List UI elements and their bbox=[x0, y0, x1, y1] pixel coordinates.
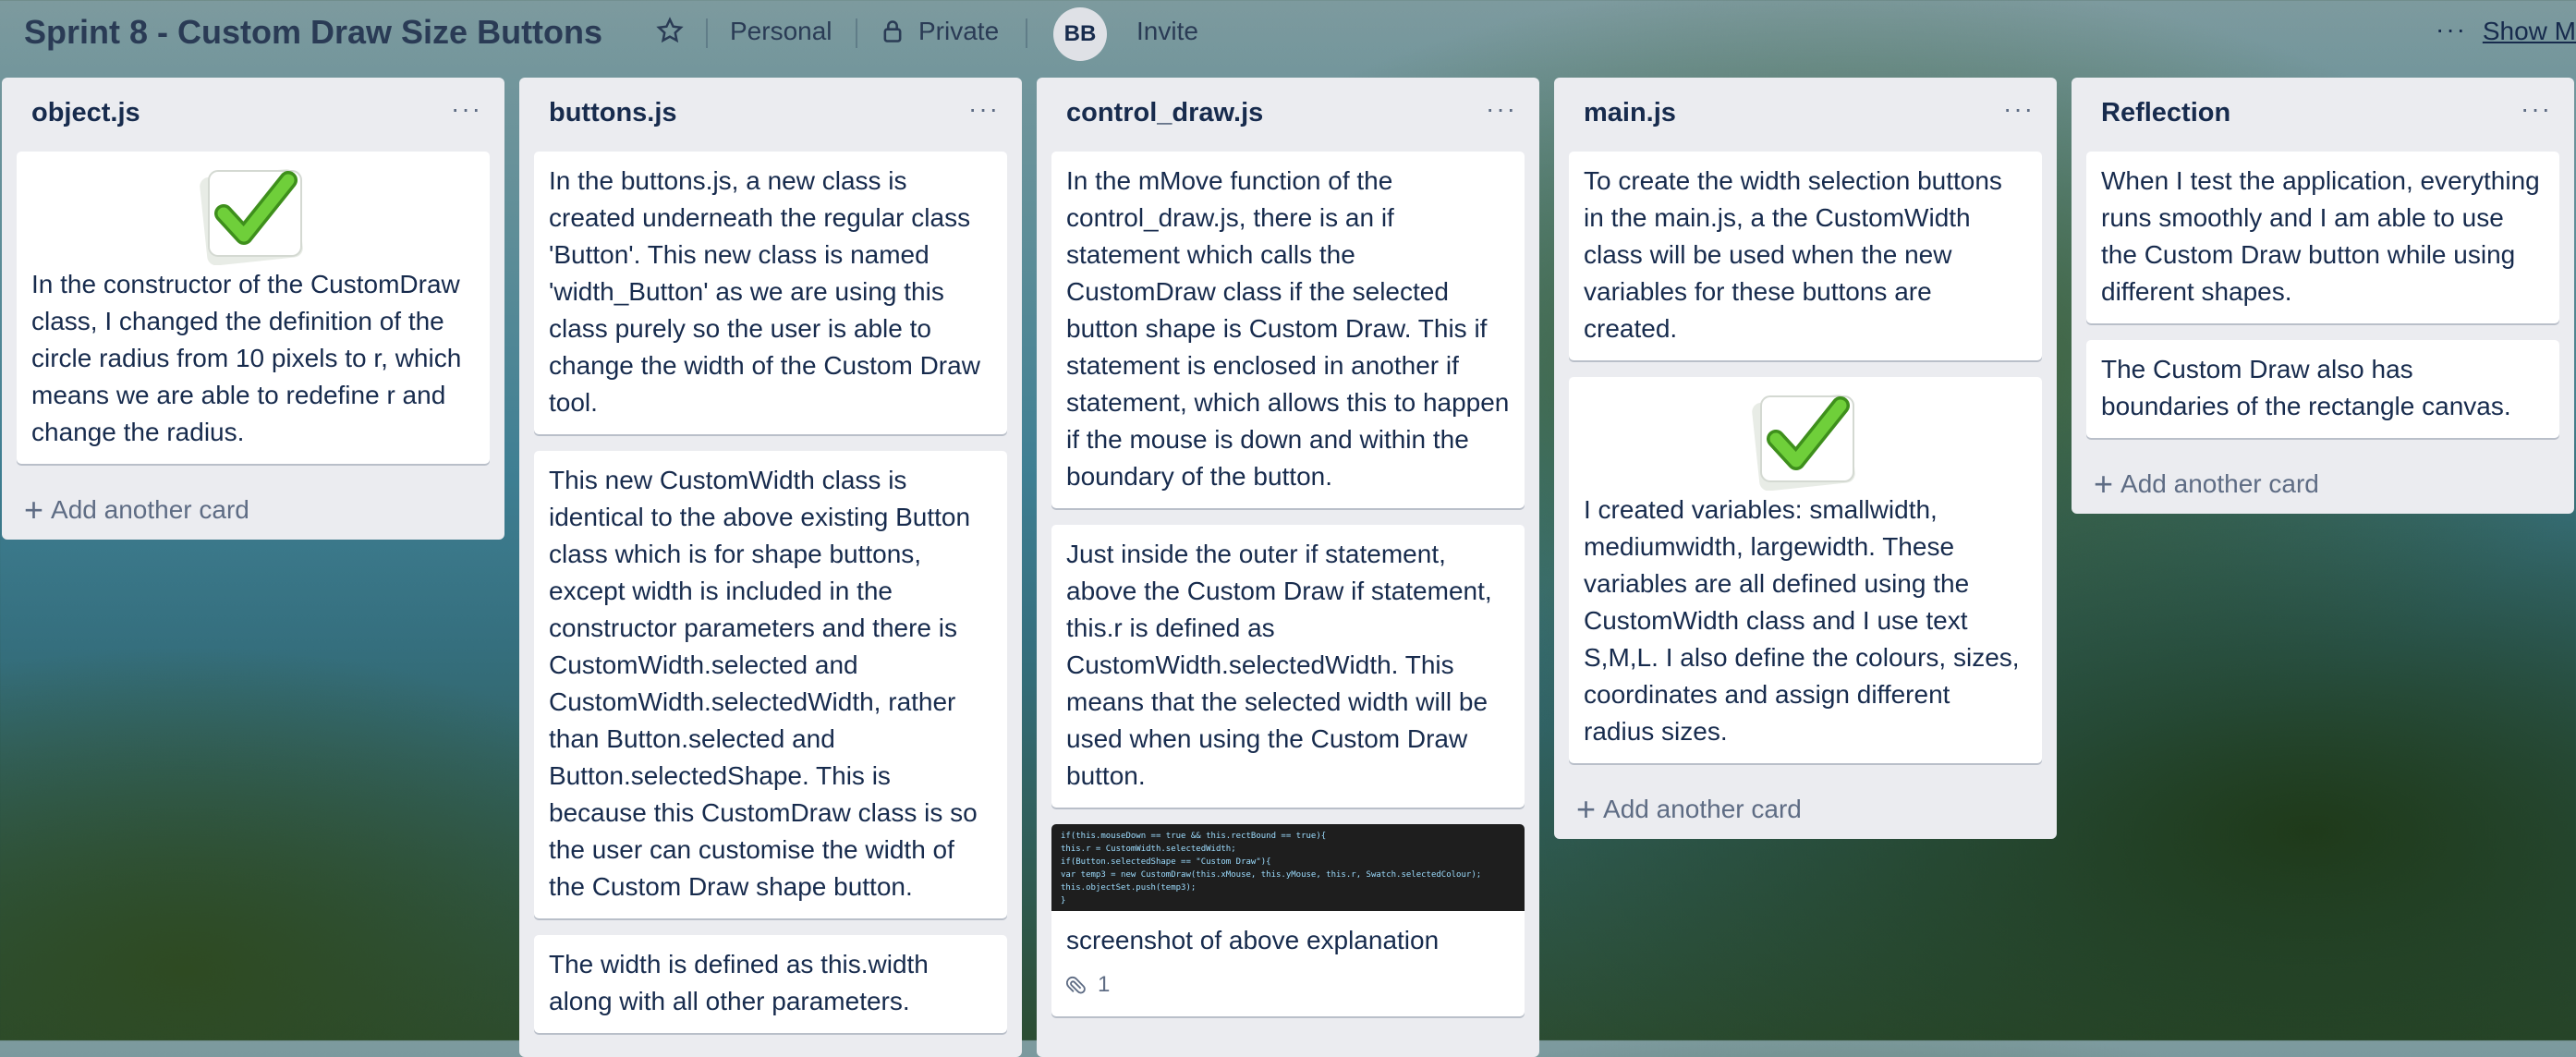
card-text: The Custom Draw also has boundaries of t… bbox=[2101, 355, 2511, 420]
card[interactable]: The width is defined as this.width along… bbox=[534, 935, 1007, 1033]
list-header: Reflection ··· bbox=[2086, 78, 2559, 152]
code-line: var temp3 = new CustomDraw(this.xMouse, … bbox=[1061, 870, 1482, 880]
visibility-label: Private bbox=[918, 17, 1000, 45]
card-text: This new CustomWidth class is identical … bbox=[549, 466, 978, 901]
card[interactable]: The Custom Draw also has boundaries of t… bbox=[2086, 340, 2559, 438]
add-card-label: Add another card bbox=[1603, 795, 1802, 823]
add-card-button[interactable]: + Add another card bbox=[1569, 780, 2042, 839]
code-line: if(this.mouseDown == true && this.rectBo… bbox=[1061, 832, 1327, 841]
list-object-js: object.js ··· In the constructor of the … bbox=[2, 78, 504, 540]
header-divider bbox=[856, 18, 857, 48]
card[interactable]: To create the width selection buttons in… bbox=[1569, 152, 2042, 360]
checkmark-icon bbox=[200, 169, 303, 265]
visibility-button[interactable]: Private bbox=[881, 17, 999, 46]
star-button[interactable] bbox=[656, 17, 684, 44]
list-reflection: Reflection ··· When I test the applicati… bbox=[2072, 78, 2574, 514]
list-buttons-js: buttons.js ··· In the buttons.js, a new … bbox=[519, 78, 1022, 1057]
show-menu-link[interactable]: Show M bbox=[2483, 17, 2576, 46]
add-card-button[interactable]: + Add another card bbox=[17, 480, 490, 540]
attachment-badge: 1 bbox=[1066, 966, 1510, 1003]
attachment-count: 1 bbox=[1098, 972, 1111, 997]
card[interactable]: Just inside the outer if statement, abov… bbox=[1051, 525, 1525, 808]
board-title[interactable]: Sprint 8 - Custom Draw Size Buttons bbox=[24, 13, 602, 52]
paperclip-icon bbox=[1066, 976, 1086, 994]
checkmark-icon bbox=[1752, 395, 1855, 491]
plus-icon: + bbox=[2094, 465, 2114, 503]
card[interactable]: When I test the application, everything … bbox=[2086, 152, 2559, 323]
list-header: control_draw.js ··· bbox=[1051, 78, 1525, 152]
list-menu-icon[interactable]: ··· bbox=[451, 94, 482, 124]
list-menu-icon[interactable]: ··· bbox=[968, 94, 1000, 124]
card-text: screenshot of above explanation bbox=[1066, 926, 1440, 954]
card-text: When I test the application, everything … bbox=[2101, 166, 2540, 306]
code-line: if(Button.selectedShape == "Custom Draw"… bbox=[1061, 857, 1271, 867]
add-card-label: Add another card bbox=[51, 495, 249, 524]
card[interactable]: In the constructor of the CustomDraw cla… bbox=[17, 152, 490, 464]
code-line: this.r = CustomWidth.selectedWidth; bbox=[1061, 844, 1236, 854]
invite-button[interactable]: Invite bbox=[1136, 17, 1198, 46]
add-card-button[interactable]: + Add another card bbox=[2086, 455, 2559, 514]
card-text: The width is defined as this.width along… bbox=[549, 950, 929, 1015]
card-text: In the buttons.js, a new class is create… bbox=[549, 166, 980, 417]
card-text: To create the width selection buttons in… bbox=[1584, 166, 2002, 343]
list-title[interactable]: object.js bbox=[31, 98, 140, 128]
list-header: buttons.js ··· bbox=[534, 78, 1007, 152]
card-cover bbox=[31, 163, 475, 266]
card-text: Just inside the outer if statement, abov… bbox=[1066, 540, 1492, 790]
list-menu-icon[interactable]: ··· bbox=[1486, 94, 1517, 124]
card-cover bbox=[1584, 388, 2027, 492]
avatar-initials: BB bbox=[1063, 21, 1097, 46]
card[interactable]: In the mMove function of the control_dra… bbox=[1051, 152, 1525, 508]
more-icon[interactable]: ··· bbox=[2436, 15, 2467, 44]
card[interactable]: I created variables: smallwidth, mediumw… bbox=[1569, 377, 2042, 763]
list-title[interactable]: main.js bbox=[1584, 98, 1676, 128]
card[interactable]: In the buttons.js, a new class is create… bbox=[534, 152, 1007, 434]
card-text: In the mMove function of the control_dra… bbox=[1066, 166, 1510, 491]
list-header: object.js ··· bbox=[17, 78, 490, 152]
list-menu-icon[interactable]: ··· bbox=[2521, 94, 2552, 124]
team-button[interactable]: Personal bbox=[730, 17, 832, 46]
header-divider bbox=[706, 18, 708, 48]
add-card-label: Add another card bbox=[2120, 469, 2319, 498]
header-divider bbox=[1026, 18, 1027, 48]
star-icon bbox=[656, 17, 684, 43]
list-title[interactable]: buttons.js bbox=[549, 98, 677, 128]
list-title[interactable]: control_draw.js bbox=[1066, 98, 1263, 128]
card-text: I created variables: smallwidth, mediumw… bbox=[1584, 495, 2020, 746]
list-header: main.js ··· bbox=[1569, 78, 2042, 152]
plus-icon: + bbox=[1576, 790, 1597, 828]
code-line: this.objectSet.push(temp3); bbox=[1061, 883, 1197, 893]
board-header: Sprint 8 - Custom Draw Size Buttons Pers… bbox=[0, 0, 2576, 67]
list-title[interactable]: Reflection bbox=[2101, 98, 2230, 128]
card-cover-image: if(this.mouseDown == true && this.rectBo… bbox=[1051, 824, 1525, 911]
plus-icon: + bbox=[24, 491, 44, 528]
list-control-draw-js: control_draw.js ··· In the mMove functio… bbox=[1037, 78, 1539, 1057]
lock-icon bbox=[883, 20, 902, 43]
list-menu-icon[interactable]: ··· bbox=[2003, 94, 2035, 124]
avatar[interactable]: BB bbox=[1053, 7, 1107, 61]
list-main-js: main.js ··· To create the width selectio… bbox=[1554, 78, 2057, 839]
code-line: } bbox=[1061, 896, 1066, 905]
card-text: In the constructor of the CustomDraw cla… bbox=[31, 270, 462, 446]
card[interactable]: if(this.mouseDown == true && this.rectBo… bbox=[1051, 824, 1525, 1016]
card[interactable]: This new CustomWidth class is identical … bbox=[534, 451, 1007, 918]
